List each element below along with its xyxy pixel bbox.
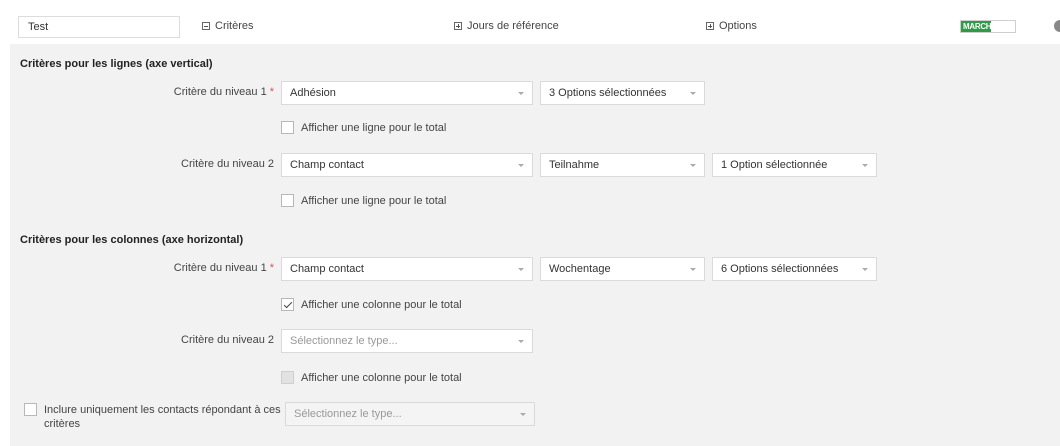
expand-icon [706, 22, 714, 30]
columns-level1-total-checkbox[interactable]: Afficher une colonne pour le total [281, 298, 462, 311]
include-only-checkbox[interactable]: Inclure uniquement les contacts répondan… [24, 403, 284, 431]
chevron-down-icon [690, 92, 696, 95]
columns-level1-options-value: 6 Options sélectionnées [721, 263, 839, 275]
chevron-down-icon [518, 340, 524, 343]
checkbox[interactable] [281, 121, 294, 134]
toggle-options[interactable]: Options [706, 20, 757, 32]
rows-level2-total-label: Afficher une ligne pour le total [301, 194, 447, 207]
rows-level1-options-select[interactable]: 3 Options sélectionnées [540, 81, 705, 105]
status-progress: MARCH [960, 20, 1016, 33]
rows-level1-options-value: 3 Options sélectionnées [549, 87, 667, 99]
columns-level1-options-select[interactable]: 6 Options sélectionnées [712, 257, 877, 281]
columns-level1-total-label: Afficher une colonne pour le total [301, 298, 462, 311]
collapse-icon [202, 22, 210, 30]
columns-level1-field-select[interactable]: Wochentage [540, 257, 705, 281]
checkbox-disabled [281, 371, 294, 384]
columns-level2-total-checkbox: Afficher une colonne pour le total [281, 371, 462, 384]
checkbox[interactable] [24, 403, 37, 416]
status-label: MARCH [963, 22, 992, 31]
top-bar: Critères Jours de référence Options MARC… [0, 0, 1060, 44]
chevron-down-icon [862, 268, 868, 271]
chevron-down-icon [518, 92, 524, 95]
chevron-down-icon [690, 268, 696, 271]
rows-level2-options-select[interactable]: 1 Option sélectionnée [712, 153, 877, 177]
include-only-placeholder: Sélectionnez le type... [294, 408, 402, 420]
toggle-jours-reference[interactable]: Jours de référence [454, 20, 559, 32]
rows-level2-field-select[interactable]: Teilnahme [540, 153, 705, 177]
rows-level1-type-select[interactable]: Adhésion [281, 81, 533, 105]
rows-level2-field-value: Teilnahme [549, 159, 600, 171]
chevron-down-icon [520, 413, 526, 416]
include-only-label: Inclure uniquement les contacts répondan… [44, 404, 281, 430]
rows-level1-total-checkbox[interactable]: Afficher une ligne pour le total [281, 121, 446, 134]
rows-level1-total-label: Afficher une ligne pour le total [301, 121, 447, 134]
rows-level2-type-select[interactable]: Champ contact [281, 153, 533, 177]
toggle-criteres-label: Critères [215, 20, 254, 32]
columns-level2-type-select[interactable]: Sélectionnez le type... [281, 329, 533, 353]
chevron-down-icon [518, 164, 524, 167]
rows-level2-options-value: 1 Option sélectionnée [721, 159, 828, 171]
rows-level1-type-value: Adhésion [290, 87, 336, 99]
rows-section-title: Critères pour les lignes (axe vertical) [20, 58, 213, 70]
chevron-down-icon [862, 164, 868, 167]
rows-level2-total-checkbox[interactable]: Afficher une ligne pour le total [281, 194, 446, 207]
required-mark: * [269, 86, 274, 98]
rows-level2-label: Critère du niveau 2 [181, 158, 274, 170]
rows-level2-type-value: Champ contact [290, 159, 364, 171]
chevron-down-icon [518, 268, 524, 271]
checkbox[interactable] [281, 194, 294, 207]
columns-level2-placeholder: Sélectionnez le type... [290, 335, 398, 347]
columns-level1-type-select[interactable]: Champ contact [281, 257, 533, 281]
rows-level1-label: Critère du niveau 1 * [74, 86, 274, 98]
toggle-options-label: Options [719, 20, 757, 32]
columns-section-title: Critères pour les colonnes (axe horizont… [20, 234, 244, 246]
columns-level2-label: Critère du niveau 2 [181, 334, 274, 346]
columns-level1-field-value: Wochentage [549, 263, 611, 275]
columns-level1-label-text: Critère du niveau 1 [173, 262, 267, 274]
info-icon[interactable] [1054, 20, 1060, 32]
toggle-jours-label: Jours de référence [467, 20, 559, 32]
toggle-criteres[interactable]: Critères [202, 20, 254, 32]
rows-level1-label-text: Critère du niveau 1 [173, 86, 267, 98]
checkbox-checked[interactable] [281, 298, 294, 311]
required-mark: * [269, 262, 274, 274]
report-name-input[interactable] [18, 16, 180, 38]
include-only-type-select[interactable]: Sélectionnez le type... [285, 402, 535, 426]
columns-level2-total-label: Afficher une colonne pour le total [301, 371, 462, 384]
columns-level1-label: Critère du niveau 1 * [74, 262, 274, 274]
chevron-down-icon [690, 164, 696, 167]
columns-level1-type-value: Champ contact [290, 263, 364, 275]
expand-icon [454, 22, 462, 30]
